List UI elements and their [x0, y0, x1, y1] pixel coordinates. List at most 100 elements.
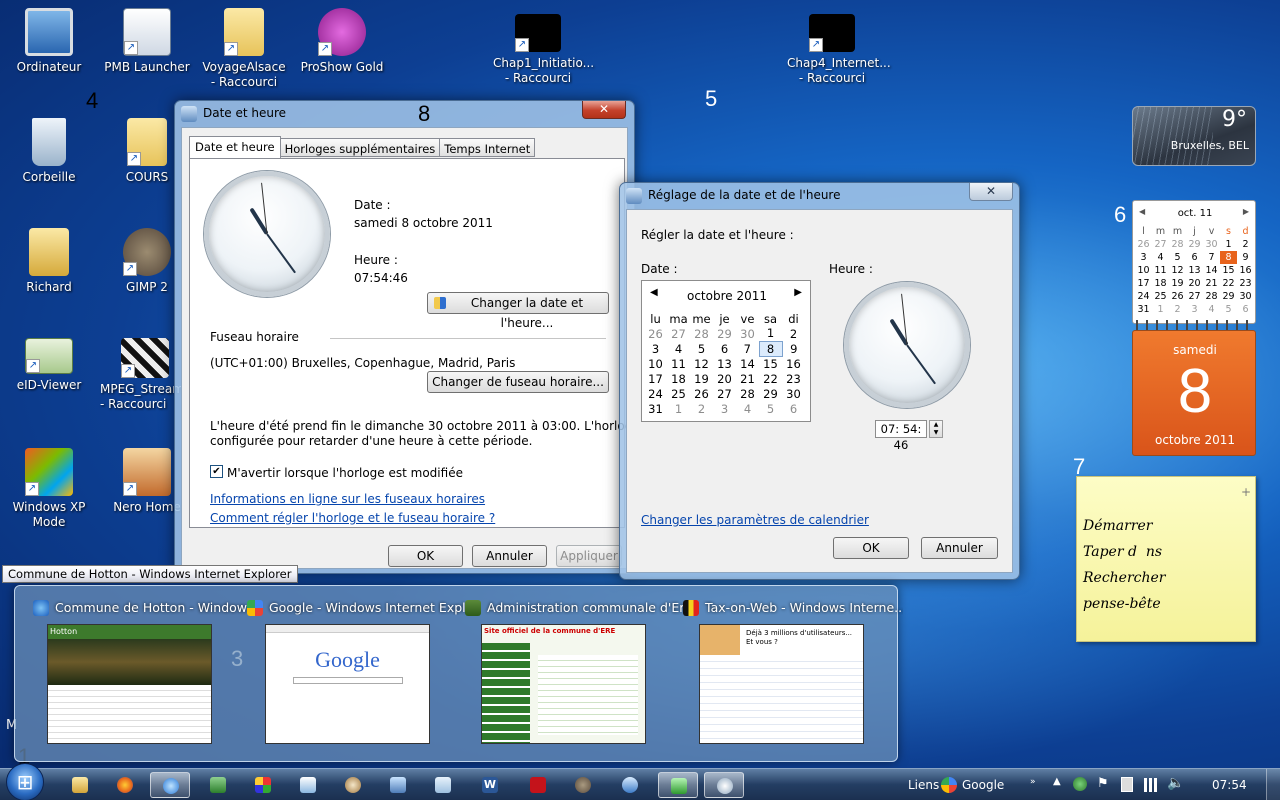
calendar-day[interactable]: 3 [644, 341, 667, 356]
battery-icon[interactable] [1121, 777, 1133, 792]
desktop-icon-eid-viewer[interactable]: ↗ eID-Viewer [4, 338, 94, 393]
taskbar-connection[interactable] [610, 772, 650, 798]
day[interactable]: 16 [1237, 264, 1254, 277]
taskbar-photo-editor[interactable] [378, 772, 418, 798]
calendar-day[interactable]: 30 [782, 386, 805, 401]
day[interactable]: 14 [1203, 264, 1220, 277]
calendar-day[interactable]: 23 [782, 371, 805, 386]
calendar-day[interactable]: 31 [644, 401, 667, 416]
day[interactable]: 10 [1135, 264, 1152, 277]
day[interactable]: 1 [1152, 303, 1169, 316]
timezone-online-info-link[interactable]: Informations en ligne sur les fuseaux ho… [210, 492, 485, 506]
day[interactable]: 1 [1220, 238, 1237, 251]
day[interactable]: 25 [1152, 290, 1169, 303]
month-calendar[interactable]: ◀ octobre 2011 ▶ lu ma me je ve sa di 26 27 28 29… [641, 280, 811, 422]
taskbar-word[interactable]: W [470, 772, 510, 798]
show-hidden-icons-icon[interactable]: ▲ [1053, 776, 1061, 787]
taskbar-gimp[interactable] [563, 772, 603, 798]
calendar-day[interactable]: 19 [690, 371, 713, 386]
calendar-day[interactable]: 15 [759, 356, 782, 371]
calendar-day[interactable]: 1 [759, 326, 782, 341]
day[interactable]: 6 [1186, 251, 1203, 264]
calendar-day[interactable]: 6 [713, 341, 736, 356]
desktop-icon-ordinateur[interactable]: Ordinateur [4, 8, 94, 75]
volume-icon[interactable]: 🔈 [1167, 775, 1184, 791]
time-input[interactable]: 07: 54: 46 [875, 420, 927, 452]
calendar-day[interactable]: 11 [667, 356, 690, 371]
calendar-day[interactable]: 29 [713, 326, 736, 341]
calendar-day[interactable]: 30 [736, 326, 759, 341]
notify-checkbox[interactable]: ✔ [210, 465, 223, 478]
calendar-day[interactable]: 5 [690, 341, 713, 356]
next-month-arrow-icon[interactable]: ▶ [1243, 207, 1249, 216]
links-toolbar-label[interactable]: Liens [908, 778, 939, 792]
day[interactable]: 20 [1186, 277, 1203, 290]
day[interactable]: 30 [1203, 238, 1220, 251]
toolbar-overflow-icon[interactable]: » [1030, 777, 1036, 787]
calendar-day[interactable]: 13 [713, 356, 736, 371]
taskbar-explorer[interactable] [60, 772, 100, 798]
calendar-day[interactable]: 20 [713, 371, 736, 386]
taskbar-clock[interactable]: 07:54 [1212, 778, 1247, 792]
google-toolbar-link[interactable]: Google [962, 778, 1004, 792]
calendar-day[interactable]: 3 [713, 401, 736, 416]
calendar-day[interactable]: 7 [736, 341, 759, 356]
settings-title-bar[interactable]: Réglage de la date et de l'heure [620, 183, 1019, 209]
weather-gadget[interactable]: 9° Bruxelles, BEL [1132, 106, 1256, 166]
calendar-day[interactable]: 27 [713, 386, 736, 401]
calendar-day[interactable]: 10 [644, 356, 667, 371]
calendar-day[interactable]: 5 [759, 401, 782, 416]
change-timezone-button[interactable]: Changer de fuseau horaire... [427, 371, 609, 393]
calendar-day[interactable]: 2 [782, 326, 805, 341]
taskbar-palette[interactable] [333, 772, 373, 798]
signal-strength-icon[interactable] [1144, 778, 1160, 792]
start-button[interactable]: ⊞ [6, 763, 44, 800]
ok-button[interactable]: OK [388, 545, 463, 567]
desktop-icon-richard[interactable]: Richard [4, 228, 94, 295]
day[interactable]: 2 [1169, 303, 1186, 316]
calendar-gadget-title[interactable]: oct. 11 [1133, 208, 1257, 219]
taskbar-paint[interactable] [243, 772, 283, 798]
date-time-settings-dialog[interactable]: Réglage de la date et de l'heure ✕ Régle… [619, 182, 1020, 580]
calendar-day[interactable]: 28 [690, 326, 713, 341]
change-date-time-button[interactable]: Changer la date et l'heure... [427, 292, 609, 330]
desktop-icon-windows-xp-mode[interactable]: ↗ Windows XP Mode [4, 448, 94, 530]
day[interactable]: 2 [1237, 238, 1254, 251]
taskbar-acrobat[interactable] [518, 772, 558, 798]
clock-howto-link[interactable]: Comment régler l'horloge et le fuseau ho… [210, 511, 495, 525]
calendar-day[interactable]: 27 [667, 326, 690, 341]
day[interactable]: 18 [1152, 277, 1169, 290]
calendar-day[interactable]: 16 [782, 356, 805, 371]
day[interactable]: 4 [1152, 251, 1169, 264]
spin-up-icon[interactable]: ▲ [934, 421, 939, 428]
day[interactable]: 29 [1186, 238, 1203, 251]
calendar-day[interactable]: 21 [736, 371, 759, 386]
close-button[interactable]: ✕ [582, 101, 626, 119]
calendar-day[interactable]: 24 [644, 386, 667, 401]
day[interactable]: 27 [1152, 238, 1169, 251]
next-month-arrow-icon[interactable]: ▶ [794, 287, 802, 298]
day[interactable]: 29 [1220, 290, 1237, 303]
day[interactable]: 31 [1135, 303, 1152, 316]
calendar-day[interactable]: 17 [644, 371, 667, 386]
calendar-day[interactable]: 22 [759, 371, 782, 386]
add-note-icon[interactable]: + [1241, 479, 1251, 505]
desktop-icon-chap1[interactable]: ↗ Chap1_Initiatio... - Raccourci [493, 14, 594, 86]
day[interactable]: 21 [1203, 277, 1220, 290]
day[interactable]: 5 [1220, 303, 1237, 316]
day[interactable]: 22 [1220, 277, 1237, 290]
day[interactable]: 7 [1203, 251, 1220, 264]
calendar-day[interactable]: 14 [736, 356, 759, 371]
calendar-month-title[interactable]: octobre 2011 [642, 289, 812, 303]
desktop-icon-chap4[interactable]: ↗ Chap4_Internet... - Raccourci [787, 14, 891, 86]
date-time-title-bar[interactable]: Date et heure [175, 101, 634, 127]
taskbar-internet-explorer[interactable] [150, 772, 190, 798]
taskbar-photo-app[interactable] [288, 772, 328, 798]
tab-horloges-supplementaires[interactable]: Horloges supplémentaires [280, 138, 441, 157]
day[interactable]: 17 [1135, 277, 1152, 290]
desktop-icon-pmb-launcher[interactable]: ↗ PMB Launcher [102, 8, 192, 75]
day[interactable]: 23 [1237, 277, 1254, 290]
calendar-day[interactable]: 29 [759, 386, 782, 401]
calendar-day[interactable]: 18 [667, 371, 690, 386]
day[interactable]: 19 [1169, 277, 1186, 290]
